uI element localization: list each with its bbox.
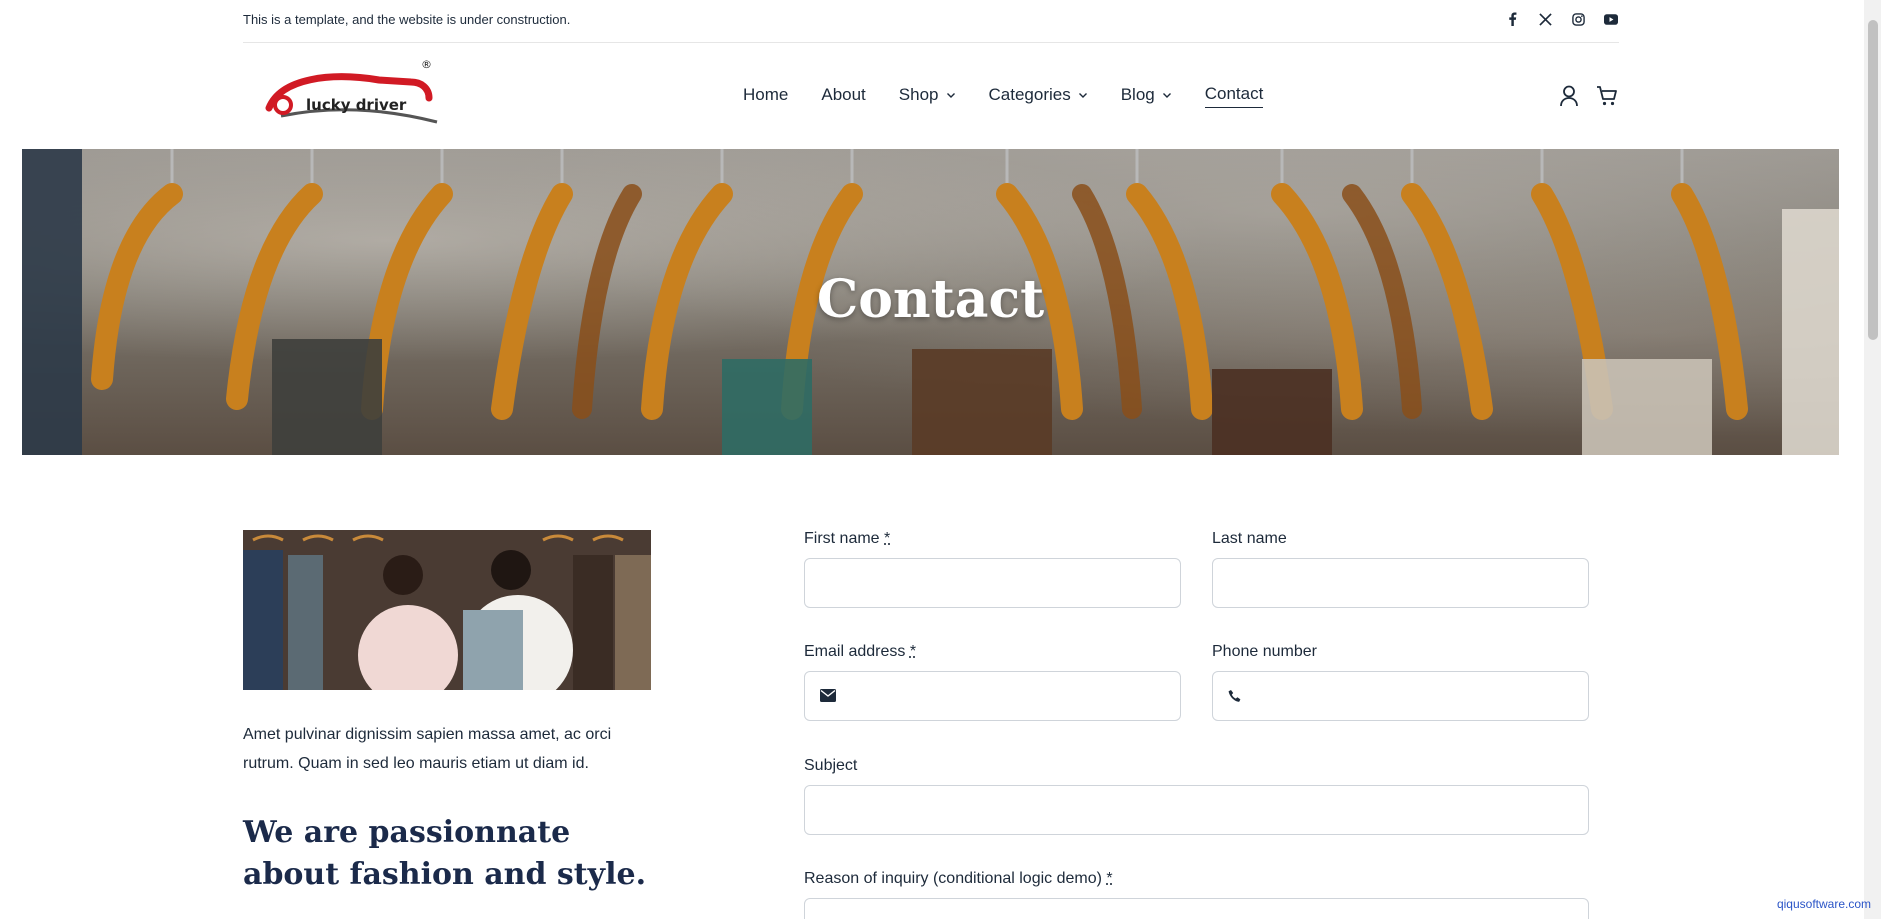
first-name-label: First name * <box>804 530 1181 548</box>
site-logo[interactable]: lucky driver ® <box>261 58 441 130</box>
facebook-icon[interactable] <box>1504 11 1520 27</box>
reason-select[interactable] <box>804 898 1589 919</box>
reason-label: Reason of inquiry (conditional logic dem… <box>804 870 1589 888</box>
phone-field: Phone number <box>1212 643 1589 721</box>
nav-contact-label: Contact <box>1205 84 1264 104</box>
hero-banner: Contact <box>22 149 1839 455</box>
email-label: Email address * <box>804 643 1181 661</box>
reason-field: Reason of inquiry (conditional logic dem… <box>804 870 1589 919</box>
nav-categories-label: Categories <box>989 85 1071 105</box>
nav-shop-label: Shop <box>899 85 939 105</box>
phone-icon <box>1228 689 1244 705</box>
page-title: Contact <box>22 269 1839 330</box>
logo-wordmark: lucky driver <box>306 96 407 114</box>
subject-field: Subject <box>804 757 1589 835</box>
chevron-down-icon <box>946 90 956 100</box>
first-name-input[interactable] <box>804 558 1181 608</box>
nav-blog[interactable]: Blog <box>1121 85 1172 108</box>
shopping-photo <box>243 530 651 690</box>
construction-notice: This is a template, and the website is u… <box>243 12 570 27</box>
subject-label: Subject <box>804 757 1589 775</box>
x-icon[interactable] <box>1537 11 1553 27</box>
first-name-field: First name * <box>804 530 1181 608</box>
cart-icon[interactable] <box>1595 84 1619 108</box>
watermark: qiqusoftware.com <box>1777 897 1871 911</box>
section-heading: We are passionnate about fashion and sty… <box>243 812 663 896</box>
phone-input[interactable] <box>1212 671 1589 721</box>
chevron-down-icon <box>1162 90 1172 100</box>
top-bar: This is a template, and the website is u… <box>243 0 1619 43</box>
page-scrollbar[interactable] <box>1864 0 1881 919</box>
required-mark: * <box>910 643 916 660</box>
nav-about-label: About <box>821 85 865 105</box>
instagram-icon[interactable] <box>1570 11 1586 27</box>
email-input[interactable] <box>804 671 1181 721</box>
subject-input[interactable] <box>804 785 1589 835</box>
last-name-label: Last name <box>1212 530 1589 548</box>
scroll-thumb[interactable] <box>1868 20 1878 340</box>
chevron-down-icon <box>1078 90 1088 100</box>
nav-categories[interactable]: Categories <box>989 85 1088 108</box>
header-actions <box>1557 84 1619 108</box>
registered-mark: ® <box>421 58 432 71</box>
youtube-icon[interactable] <box>1603 11 1619 27</box>
intro-text: Amet pulvinar dignissim sapien massa ame… <box>243 720 643 778</box>
phone-label: Phone number <box>1212 643 1589 661</box>
email-field: Email address * <box>804 643 1181 721</box>
required-mark: * <box>884 530 890 547</box>
main-nav: Home About Shop Categories Blog Contact <box>743 84 1296 108</box>
last-name-input[interactable] <box>1212 558 1589 608</box>
site-header: lucky driver ® Home About Shop Categorie… <box>243 44 1619 149</box>
nav-home-label: Home <box>743 85 788 105</box>
nav-shop[interactable]: Shop <box>899 85 956 108</box>
user-icon[interactable] <box>1557 84 1581 108</box>
nav-home[interactable]: Home <box>743 85 788 108</box>
nav-blog-label: Blog <box>1121 85 1155 105</box>
envelope-icon <box>820 689 836 705</box>
social-links <box>1504 11 1619 27</box>
last-name-field: Last name <box>1212 530 1589 608</box>
required-mark: * <box>1106 870 1112 887</box>
nav-about[interactable]: About <box>821 85 865 108</box>
nav-contact[interactable]: Contact <box>1205 84 1264 108</box>
